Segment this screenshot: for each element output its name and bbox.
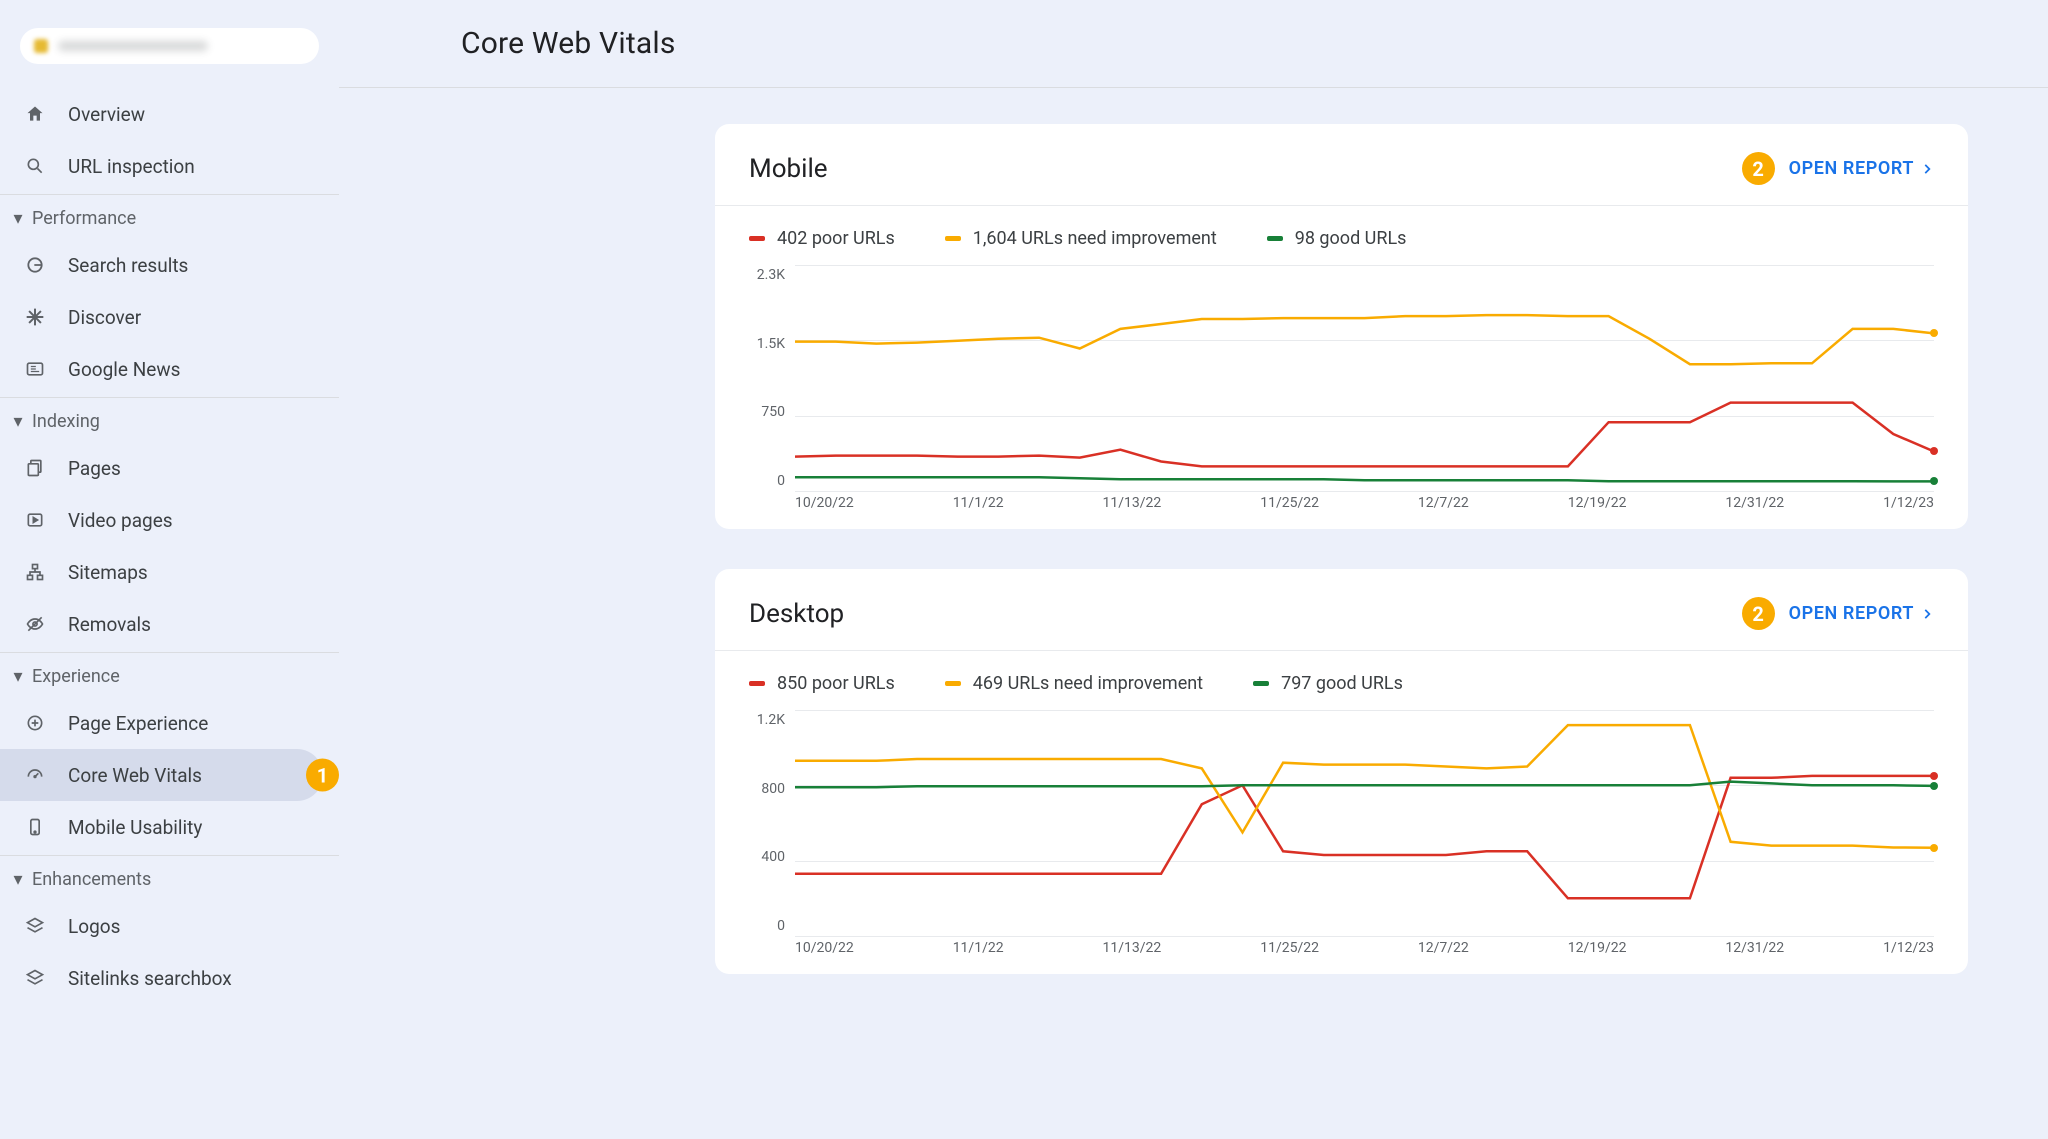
legend-poor-label: 850 poor URLs: [777, 673, 895, 694]
chevron-right-icon: [1920, 162, 1934, 176]
annotation-marker-2: 2: [1742, 152, 1775, 185]
legend-poor: 402 poor URLs: [749, 228, 895, 249]
sidebar-item-url-inspection[interactable]: URL inspection: [0, 140, 339, 192]
speed-icon: [24, 764, 46, 786]
open-report-label: OPEN REPORT: [1789, 158, 1914, 179]
open-report-link[interactable]: OPEN REPORT: [1789, 158, 1934, 179]
sidebar-item-sitelinks-searchbox[interactable]: Sitelinks searchbox: [0, 952, 339, 1004]
sidebar-item-label: Google News: [68, 358, 180, 381]
video-icon: [24, 509, 46, 531]
desktop-chart: 1.2K800400010/20/2211/1/2211/13/2211/25/…: [749, 710, 1934, 960]
divider: [0, 652, 339, 653]
chart-legend: 850 poor URLs 469 URLs need improvement …: [715, 651, 1968, 704]
sidebar-item-overview[interactable]: Overview: [0, 88, 339, 140]
sidebar-item-label: Pages: [68, 457, 121, 480]
sidebar-item-label: Search results: [68, 254, 188, 277]
chevron-down-icon: ▾: [12, 415, 24, 427]
sidebar-item-label: Overview: [68, 103, 145, 126]
legend-poor-label: 402 poor URLs: [777, 228, 895, 249]
sidebar-item-label: Logos: [68, 915, 120, 938]
main-content: Core Web Vitals Mobile 2 OPEN REPORT 402…: [339, 0, 2048, 1139]
legend-improve: 469 URLs need improvement: [945, 673, 1203, 694]
sidebar-item-label: URL inspection: [68, 155, 195, 178]
sidebar-item-search-results[interactable]: Search results: [0, 239, 339, 291]
sidebar-item-discover[interactable]: Discover: [0, 291, 339, 343]
card-mobile: Mobile 2 OPEN REPORT 402 poor URLs 1,604…: [715, 124, 1968, 529]
legend-improve-label: 469 URLs need improvement: [973, 673, 1203, 694]
group-label: Enhancements: [32, 869, 151, 890]
sidebar-item-label: Video pages: [68, 509, 173, 532]
group-experience[interactable]: ▾ Experience: [0, 655, 339, 697]
legend-good: 98 good URLs: [1267, 228, 1407, 249]
site-selector[interactable]: [20, 28, 319, 64]
sidebar-item-core-web-vitals[interactable]: Core Web Vitals 1: [0, 749, 323, 801]
card-desktop: Desktop 2 OPEN REPORT 850 poor URLs 469 …: [715, 569, 1968, 974]
sidebar: Overview URL inspection ▾ Performance Se…: [0, 0, 339, 1139]
sidebar-item-mobile-usability[interactable]: Mobile Usability: [0, 801, 339, 853]
sidebar-item-label: Sitemaps: [68, 561, 148, 584]
legend-good-label: 98 good URLs: [1295, 228, 1407, 249]
sidebar-item-sitemaps[interactable]: Sitemaps: [0, 546, 339, 598]
sidebar-item-label: Mobile Usability: [68, 816, 202, 839]
visibility-off-icon: [24, 613, 46, 635]
card-title: Mobile: [749, 154, 1728, 184]
home-icon: [24, 103, 46, 125]
group-label: Indexing: [32, 411, 100, 432]
asterisk-icon: [24, 306, 46, 328]
page-title: Core Web Vitals: [339, 0, 2048, 88]
google-icon: [24, 254, 46, 276]
legend-good: 797 good URLs: [1253, 673, 1403, 694]
chevron-right-icon: [1920, 607, 1934, 621]
chevron-down-icon: ▾: [12, 670, 24, 682]
sidebar-item-google-news[interactable]: Google News: [0, 343, 339, 395]
legend-good-label: 797 good URLs: [1281, 673, 1403, 694]
group-enhancements[interactable]: ▾ Enhancements: [0, 858, 339, 900]
news-icon: [24, 358, 46, 380]
annotation-marker-1: 1: [306, 759, 339, 792]
sidebar-item-page-experience[interactable]: Page Experience: [0, 697, 339, 749]
group-performance[interactable]: ▾ Performance: [0, 197, 339, 239]
search-icon: [24, 155, 46, 177]
card-title: Desktop: [749, 599, 1728, 629]
divider: [0, 397, 339, 398]
sidebar-item-logos[interactable]: Logos: [0, 900, 339, 952]
sidebar-item-video-pages[interactable]: Video pages: [0, 494, 339, 546]
layers-icon: [24, 915, 46, 937]
divider: [0, 855, 339, 856]
group-label: Performance: [32, 208, 136, 229]
sidebar-item-label: Core Web Vitals: [68, 764, 202, 787]
sidebar-item-label: Removals: [68, 613, 151, 636]
sidebar-item-label: Sitelinks searchbox: [68, 967, 232, 990]
open-report-label: OPEN REPORT: [1789, 603, 1914, 624]
annotation-marker-2: 2: [1742, 597, 1775, 630]
site-favicon: [34, 39, 48, 53]
sidebar-item-pages[interactable]: Pages: [0, 442, 339, 494]
sitemap-icon: [24, 561, 46, 583]
sidebar-item-removals[interactable]: Removals: [0, 598, 339, 650]
group-indexing[interactable]: ▾ Indexing: [0, 400, 339, 442]
site-name-blurred: [58, 41, 208, 51]
legend-poor: 850 poor URLs: [749, 673, 895, 694]
layers-icon: [24, 967, 46, 989]
pages-icon: [24, 457, 46, 479]
chevron-down-icon: ▾: [12, 212, 24, 224]
sidebar-item-label: Discover: [68, 306, 141, 329]
divider: [0, 194, 339, 195]
sidebar-item-label: Page Experience: [68, 712, 208, 735]
smartphone-icon: [24, 816, 46, 838]
open-report-link[interactable]: OPEN REPORT: [1789, 603, 1934, 624]
chevron-down-icon: ▾: [12, 873, 24, 885]
chart-legend: 402 poor URLs 1,604 URLs need improvemen…: [715, 206, 1968, 259]
legend-improve-label: 1,604 URLs need improvement: [973, 228, 1217, 249]
plus-circle-icon: [24, 712, 46, 734]
legend-improve: 1,604 URLs need improvement: [945, 228, 1217, 249]
group-label: Experience: [32, 666, 120, 687]
mobile-chart: 2.3K1.5K750010/20/2211/1/2211/13/2211/25…: [749, 265, 1934, 515]
